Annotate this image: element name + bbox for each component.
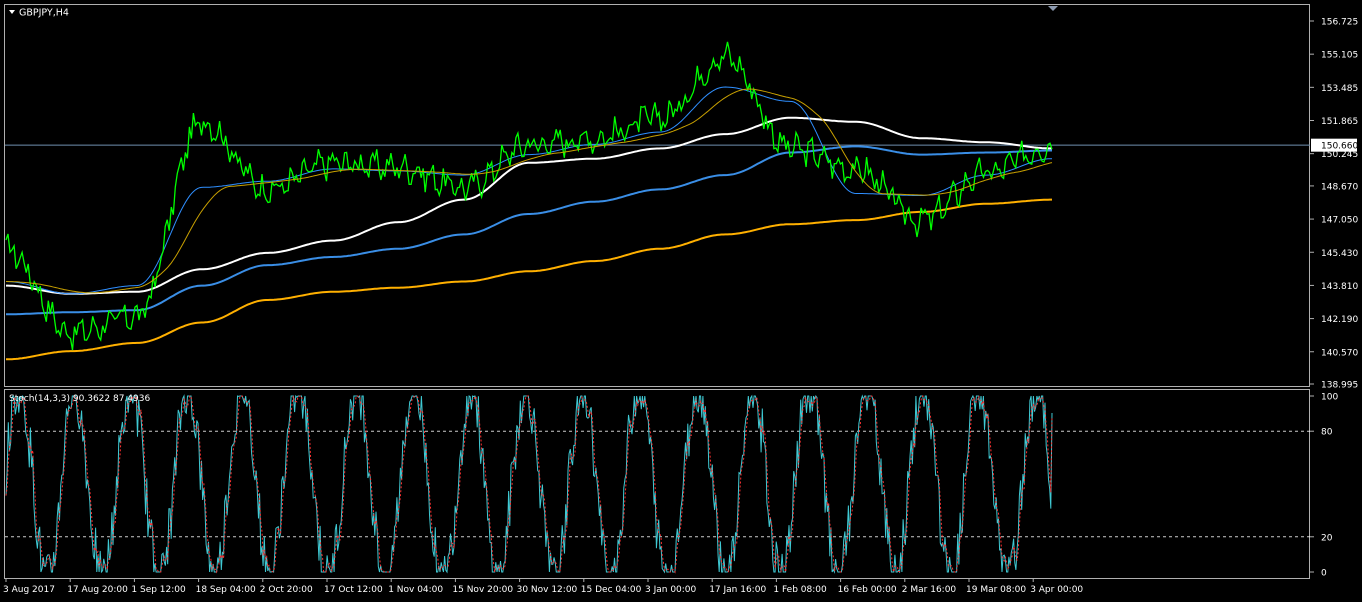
time-tick-label: 2 Oct 20:00: [260, 585, 313, 595]
time-tick-label: 3 Aug 2017: [3, 585, 55, 595]
time-tick-label: 15 Nov 20:00: [452, 585, 513, 595]
time-tick-label: 18 Sep 04:00: [196, 585, 256, 595]
time-tick-label: 3 Apr 00:00: [1030, 585, 1083, 595]
stoch-indicator-label: Stoch(14,3,3) 90.3622 87.4936: [9, 394, 150, 404]
time-tick-label: 19 Mar 08:00: [966, 585, 1026, 595]
price-tick-label: 138.995: [1321, 381, 1358, 391]
price-tick-label: 145.430: [1321, 249, 1358, 259]
stoch-tick-label: 20: [1321, 533, 1333, 543]
price-tick-label: 143.810: [1321, 282, 1358, 292]
time-tick-label: 30 Nov 12:00: [517, 585, 578, 595]
price-tick-label: 156.725: [1321, 18, 1358, 28]
price-tick-label: 153.485: [1321, 84, 1358, 94]
current-price-tag: 150.660: [1311, 138, 1358, 152]
time-tick-label: 16 Feb 00:00: [838, 585, 897, 595]
time-tick-label: 1 Feb 08:00: [773, 585, 827, 595]
chart-canvas[interactable]: GBPJPY,H4 156.725 155.105 153.485 151.865 15…: [0, 0, 1362, 602]
price-tick-label: 142.190: [1321, 315, 1358, 325]
stoch-tick-label: 80: [1321, 428, 1333, 438]
time-tick-label: 1 Nov 04:00: [388, 585, 443, 595]
price-tick-label: 151.865: [1321, 117, 1358, 127]
price-tick-label: 148.670: [1321, 182, 1358, 192]
symbol-label: GBPJPY,H4: [19, 8, 69, 19]
current-price-label: 150.660: [1321, 142, 1358, 152]
time-tick-label: 17 Jan 16:00: [709, 585, 766, 595]
time-tick-label: 17 Aug 20:00: [67, 585, 128, 595]
stoch-tick-label: 100: [1321, 393, 1338, 403]
price-tick-label: 147.050: [1321, 216, 1358, 226]
time-tick-label: 17 Oct 12:00: [324, 585, 383, 595]
stoch-tick-label: 0: [1321, 569, 1327, 579]
time-tick-label: 3 Jan 00:00: [645, 585, 697, 595]
price-tick-label: 140.570: [1321, 348, 1358, 358]
time-tick-label: 15 Dec 04:00: [581, 585, 642, 595]
time-tick-label: 1 Sep 12:00: [131, 585, 186, 595]
price-tick-label: 155.105: [1321, 51, 1358, 61]
time-tick-label: 2 Mar 16:00: [902, 585, 957, 595]
